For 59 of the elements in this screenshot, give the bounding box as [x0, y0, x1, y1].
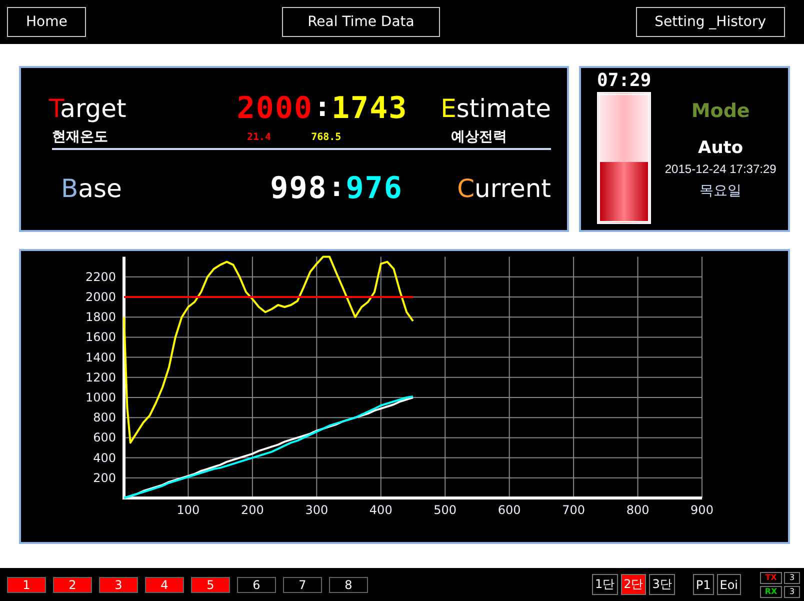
stage-button[interactable]: 3단 — [649, 574, 675, 595]
footer-button[interactable]: Eoi — [716, 574, 741, 595]
channel-button[interactable]: 3 — [99, 576, 138, 592]
digital-value: 2000 — [236, 90, 314, 126]
signal-indicator: RX — [760, 586, 782, 598]
datetime-text: 2015-12-24 17:37:29 — [664, 162, 776, 176]
y-tick-label: 1000 — [85, 390, 116, 404]
y-tick-label: 2200 — [85, 270, 116, 284]
y-tick-label: 1600 — [85, 330, 116, 344]
x-tick-label: 100 — [176, 503, 200, 517]
y-tick-label: 600 — [93, 430, 116, 445]
stage-button[interactable]: 2단 — [620, 574, 646, 595]
digital-value: 1743 — [331, 90, 408, 126]
y-tick-label: 800 — [93, 410, 116, 425]
mode-value: Auto — [698, 138, 744, 158]
mode-label: Mode — [691, 100, 750, 122]
real-time-data-button[interactable]: Real Time Data — [282, 7, 440, 37]
x-tick-label: 500 — [434, 503, 457, 517]
timer-readout: 07:29 — [597, 70, 652, 92]
x-tick-label: 900 — [690, 503, 714, 517]
channel-button[interactable]: 4 — [145, 576, 184, 592]
x-tick-label: 400 — [369, 503, 392, 517]
metric-label: Estimate — [440, 94, 551, 122]
channel-button[interactable]: 6 — [237, 576, 276, 592]
separator-colon: : — [331, 173, 342, 203]
x-tick-label: 600 — [498, 503, 521, 517]
channel-button[interactable]: 8 — [329, 576, 368, 592]
channel-button[interactable]: 7 — [283, 576, 322, 592]
temperature-label: 현재온도 — [52, 128, 109, 146]
signal-indicator: TX — [760, 572, 782, 584]
y-tick-label: 1400 — [85, 350, 116, 364]
setting-history-button[interactable]: Setting _History — [636, 7, 785, 37]
digital-value: 976 — [346, 170, 403, 206]
y-tick-label: 2000 — [85, 290, 116, 304]
metric-label: Current — [457, 174, 551, 202]
y-tick-label: 200 — [93, 470, 116, 485]
channel-button[interactable]: 1 — [7, 576, 46, 592]
x-tick-label: 200 — [241, 503, 264, 517]
metric-label: Target — [49, 94, 128, 122]
power-value: 768.5 — [311, 132, 342, 142]
channel-button[interactable]: 5 — [191, 576, 230, 592]
estimated-power-label: 예상전력 — [451, 128, 508, 146]
x-tick-label: 700 — [562, 503, 585, 517]
y-tick-label: 1800 — [85, 310, 116, 324]
temperature-value: 21.4 — [247, 132, 272, 142]
x-tick-label: 800 — [626, 503, 650, 517]
channel-button[interactable]: 2 — [53, 576, 92, 592]
signal-count: 3 — [784, 586, 800, 598]
separator-colon: : — [317, 93, 328, 123]
y-tick-label: 1200 — [85, 370, 116, 384]
metric-label: Base — [61, 174, 123, 202]
x-tick-label: 300 — [305, 503, 328, 517]
home-button[interactable]: Home — [7, 7, 86, 37]
digital-value: 998 — [270, 170, 328, 206]
footer-button[interactable]: P1 — [692, 574, 714, 595]
weekday-text: 목요일 — [700, 182, 742, 200]
y-tick-label: 400 — [93, 450, 116, 465]
signal-count: 3 — [784, 572, 800, 584]
stage-button[interactable]: 1단 — [592, 574, 618, 595]
